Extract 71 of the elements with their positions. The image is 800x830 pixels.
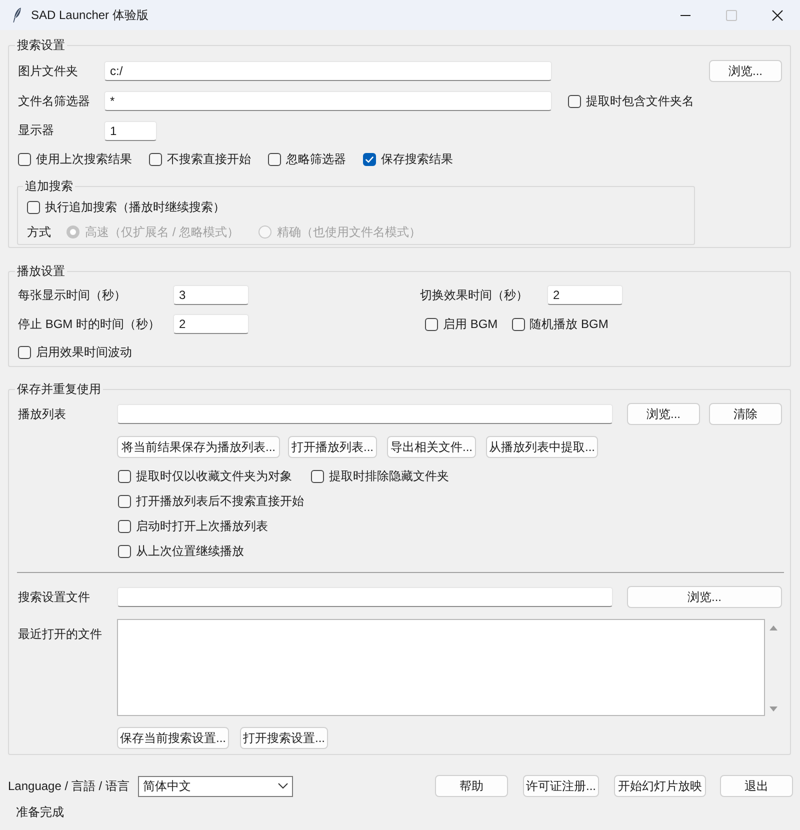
playlist-action-button[interactable]: 导出相关文件...: [387, 436, 476, 458]
field-label: 方式: [27, 224, 52, 240]
field-label: 播放列表: [18, 406, 67, 422]
language-label: Language / 言語 / 语言: [8, 778, 130, 794]
seconds-field[interactable]: 2: [173, 314, 249, 334]
settings-action-button[interactable]: 打开搜索设置...: [240, 727, 328, 749]
field-label: 停止 BGM 时的时间（秒）: [18, 316, 162, 332]
checkbox-icon[interactable]: [118, 470, 131, 483]
display-number-field[interactable]: 1: [104, 120, 157, 140]
browse-button[interactable]: 浏览...: [709, 60, 782, 82]
playlist-action-button[interactable]: 将当前结果保存为播放列表...: [117, 436, 280, 458]
group-title: 搜索设置: [16, 37, 66, 53]
option-checkbox[interactable]: 打开播放列表后不搜索直接开始: [118, 493, 304, 510]
checkbox-icon[interactable]: [425, 318, 438, 330]
field-label: 文件名筛选器: [18, 92, 91, 110]
seconds-field[interactable]: 2: [547, 285, 623, 305]
checkbox-icon[interactable]: [512, 318, 525, 330]
status-text: 准备完成: [16, 804, 65, 820]
option-checkbox[interactable]: 启用 BGM: [425, 316, 498, 332]
filename-filter-field[interactable]: *: [104, 91, 552, 111]
field-label: 最近打开的文件: [18, 626, 103, 643]
option-checkbox[interactable]: 提取时仅以收藏文件夹为对象: [118, 468, 292, 485]
browse-button[interactable]: 浏览...: [627, 403, 700, 425]
checkbox-icon[interactable]: [363, 153, 376, 166]
checkbox-icon[interactable]: [118, 495, 131, 508]
group-title: 追加搜索: [24, 178, 74, 194]
field-label: 显示器: [18, 122, 55, 139]
close-icon[interactable]: [772, 10, 782, 20]
checkbox-icon[interactable]: [149, 153, 162, 166]
folder-path-field[interactable]: c:/: [104, 61, 552, 81]
checkbox-icon[interactable]: [568, 94, 581, 108]
settings-action-button[interactable]: 保存当前搜索设置...: [117, 727, 229, 749]
field-label: 切换效果时间（秒）: [420, 286, 529, 304]
option-checkbox[interactable]: 提取时排除隐藏文件夹: [311, 468, 449, 485]
option-checkbox[interactable]: 保存搜索结果: [363, 151, 453, 168]
group-title: 播放设置: [16, 263, 66, 279]
checkbox-icon[interactable]: [118, 520, 131, 533]
seconds-field[interactable]: 3: [173, 285, 249, 305]
option-checkbox[interactable]: 启用效果时间波动: [18, 344, 132, 360]
action-button[interactable]: 开始幻灯片放映: [614, 775, 706, 797]
action-button[interactable]: 退出: [720, 775, 793, 797]
field-label: 图片文件夹: [18, 62, 79, 80]
option-checkbox[interactable]: 使用上次搜索结果: [18, 151, 132, 168]
chevron-down-icon: [278, 783, 288, 789]
action-button[interactable]: 许可证注册...: [523, 775, 599, 797]
checkbox-icon[interactable]: [27, 201, 40, 214]
settings-file-field[interactable]: [117, 587, 613, 607]
playlist-action-button[interactable]: 从播放列表中提取...: [486, 436, 598, 458]
feather-icon: [12, 7, 22, 23]
checkbox-icon[interactable]: [118, 545, 131, 558]
checkbox-icon[interactable]: [18, 346, 31, 358]
option-checkbox[interactable]: 从上次位置继续播放: [118, 543, 244, 560]
option-checkbox[interactable]: 忽略筛选器: [268, 151, 346, 168]
option-checkbox[interactable]: 随机播放 BGM: [512, 316, 608, 332]
option-checkbox[interactable]: 执行追加搜索（播放时继续搜索）: [27, 199, 225, 216]
clear-button[interactable]: 清除: [709, 403, 782, 425]
language-dropdown[interactable]: 简体中文: [138, 776, 293, 796]
option-checkbox[interactable]: 不搜索直接开始: [149, 151, 251, 168]
window-title: SAD Launcher 体验版: [31, 6, 148, 24]
checkbox-icon[interactable]: [311, 470, 324, 483]
option-checkbox[interactable]: 提取时包含文件夹名: [568, 92, 694, 110]
field-label: 搜索设置文件: [18, 588, 91, 606]
option-checkbox[interactable]: 启动时打开上次播放列表: [118, 518, 268, 535]
action-button[interactable]: 帮助: [435, 775, 508, 797]
checkbox-icon[interactable]: [268, 153, 281, 166]
checkbox-icon[interactable]: [18, 153, 31, 166]
field-label: 每张显示时间（秒）: [18, 286, 127, 304]
group-title: 保存并重复使用: [16, 381, 102, 397]
playlist-action-button[interactable]: 打开播放列表...: [288, 436, 377, 458]
browse-button[interactable]: 浏览...: [627, 586, 782, 608]
playlist-path-field[interactable]: [117, 404, 613, 424]
